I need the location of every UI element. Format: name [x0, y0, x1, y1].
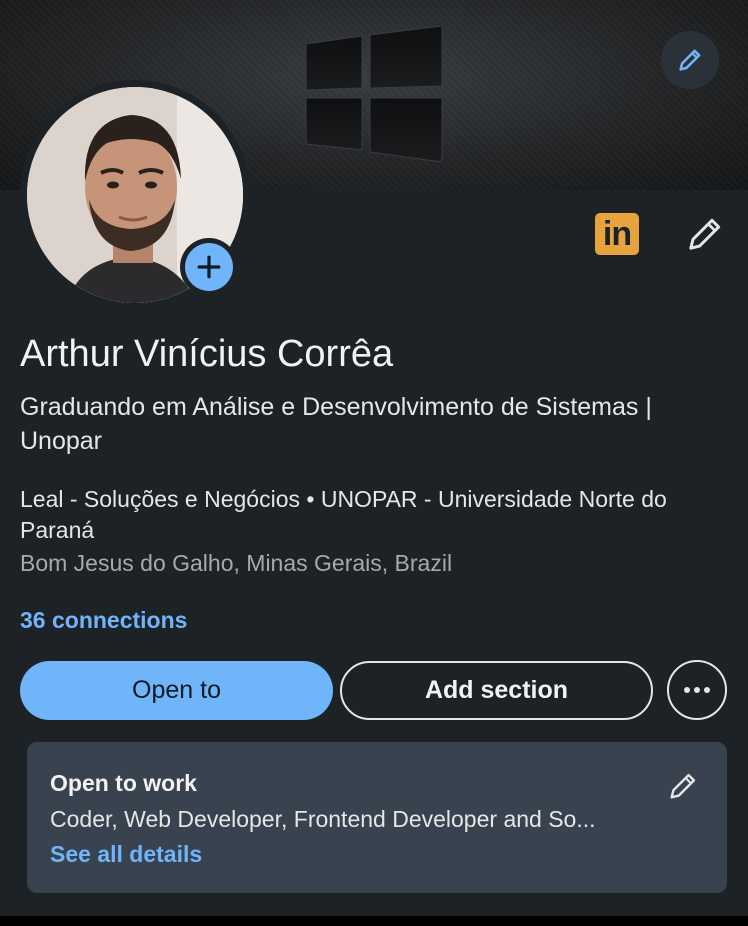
open-to-work-title: Open to work	[50, 770, 197, 796]
banner-edit-button[interactable]	[661, 31, 719, 89]
connections-link[interactable]: 36 connections	[20, 607, 187, 634]
pencil-icon[interactable]	[667, 770, 699, 802]
profile-name: Arthur Vinícius Corrêa	[20, 333, 394, 375]
more-button[interactable]	[667, 660, 727, 720]
open-to-button[interactable]: Open to	[20, 661, 333, 720]
section-divider	[0, 916, 748, 926]
windows-logo-icon	[305, 26, 443, 162]
more-horizontal-icon	[684, 687, 710, 693]
profile-headline: Graduando em Análise e Desenvolvimento d…	[20, 393, 652, 455]
pencil-icon[interactable]	[685, 214, 725, 254]
add-section-label: Add section	[424, 676, 569, 704]
open-to-work-card[interactable]: Open to work Coder, Web Developer, Front…	[27, 742, 727, 893]
profile-company-line: Leal - Soluções e Negócios • UNOPAR - Un…	[20, 486, 667, 543]
linkedin-logo-icon[interactable]: in	[595, 213, 639, 255]
plus-icon	[197, 255, 221, 279]
open-to-work-roles: Coder, Web Developer, Frontend Developer…	[50, 806, 596, 832]
see-all-details-link[interactable]: See all details	[50, 841, 202, 868]
pencil-icon	[679, 49, 701, 71]
open-to-label: Open to	[132, 676, 221, 704]
profile-location: Bom Jesus do Galho, Minas Gerais, Brazil	[20, 550, 453, 576]
add-section-button[interactable]: Add section	[340, 661, 653, 720]
add-photo-button[interactable]	[180, 238, 238, 296]
